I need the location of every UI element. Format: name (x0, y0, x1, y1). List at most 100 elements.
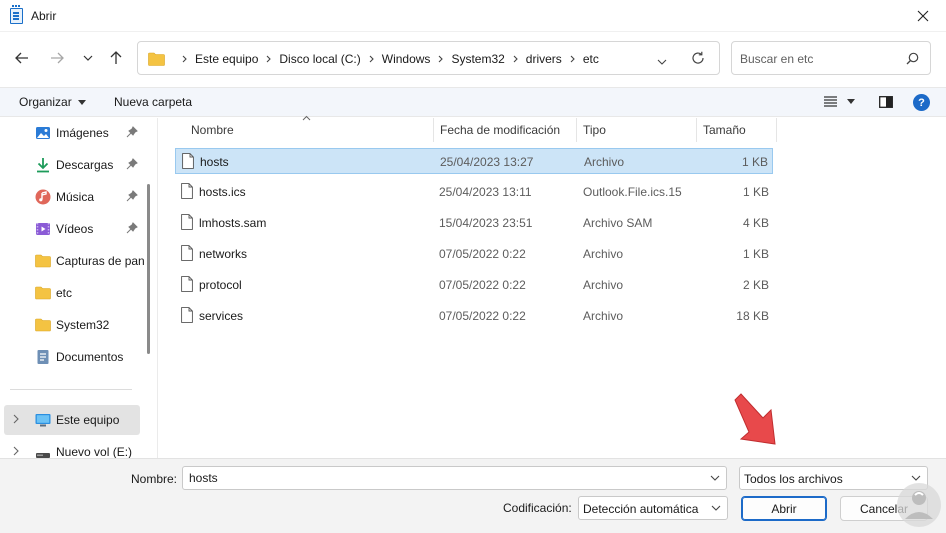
file-icon (182, 153, 194, 169)
title-bar: Abrir (0, 0, 946, 32)
preview-pane-icon (879, 96, 893, 108)
chevron-down-icon (83, 55, 93, 61)
sidebar-item-musica[interactable]: Música (0, 182, 148, 212)
forward-button[interactable] (46, 47, 68, 69)
chevron-down-icon[interactable] (710, 475, 720, 481)
chevron-down-icon (711, 505, 721, 511)
chevron-right-icon[interactable] (13, 414, 19, 424)
address-history-button[interactable] (657, 54, 667, 68)
column-header-size[interactable]: Tamaño (697, 118, 777, 142)
file-type-filter-value: Todos los archivos (744, 472, 843, 486)
file-icon (181, 245, 193, 261)
breadcrumb-item[interactable]: Windows (382, 52, 431, 66)
sidebar-item-capturas[interactable]: Capturas de pantalla (0, 246, 148, 276)
encoding-label: Codificación: (503, 501, 572, 515)
file-list: Nombre Fecha de modificación Tipo Tamaño… (158, 115, 946, 458)
close-icon (917, 10, 929, 22)
file-row[interactable]: networks 07/05/2022 0:22 Archivo 1 KB (175, 241, 773, 267)
caret-down-icon (77, 99, 86, 105)
help-icon: ? (918, 96, 925, 109)
chevron-right-icon[interactable] (513, 55, 518, 63)
view-options-button[interactable] (824, 96, 855, 107)
back-button[interactable] (11, 47, 33, 69)
sidebar-item-imagenes[interactable]: Imágenes (0, 118, 148, 148)
pin-icon[interactable] (126, 126, 138, 138)
folder-icon (35, 318, 51, 332)
breadcrumb-item[interactable]: drivers (526, 52, 562, 66)
encoding-select[interactable]: Detección automática (578, 496, 728, 520)
file-row[interactable]: services 07/05/2022 0:22 Archivo 18 KB (175, 303, 773, 329)
address-bar[interactable]: Este equipo Disco local (C:) Windows Sys… (137, 41, 720, 75)
refresh-icon (692, 51, 704, 64)
arrow-left-icon (15, 52, 28, 64)
file-row[interactable]: hosts 25/04/2023 13:27 Archivo 1 KB (175, 148, 773, 174)
notepad-icon (10, 5, 23, 24)
chevron-right-icon[interactable] (182, 55, 187, 63)
breadcrumb-item[interactable]: etc (583, 52, 599, 66)
annotation-arrow-icon (734, 393, 776, 445)
arrow-up-icon (110, 51, 122, 64)
watermark-logo-icon (897, 483, 941, 527)
caret-down-icon (847, 99, 855, 104)
chevron-right-icon[interactable] (369, 55, 374, 63)
breadcrumb-item[interactable]: Disco local (C:) (279, 52, 360, 66)
close-button[interactable] (900, 0, 946, 32)
search-box[interactable] (731, 41, 931, 75)
column-header-date[interactable]: Fecha de modificación (434, 118, 577, 142)
breadcrumb-item[interactable]: Este equipo (195, 52, 258, 66)
filename-input[interactable] (189, 470, 689, 486)
sidebar-item-videos[interactable]: Vídeos (0, 214, 148, 244)
sidebar-item-system32[interactable]: System32 (0, 310, 148, 340)
pin-icon[interactable] (126, 222, 138, 234)
open-button[interactable]: Abrir (741, 496, 827, 521)
file-icon (181, 183, 193, 199)
sidebar-scrollbar[interactable] (147, 184, 150, 354)
breadcrumb-item[interactable]: System32 (451, 52, 504, 66)
pin-icon[interactable] (126, 190, 138, 202)
search-input[interactable] (740, 50, 900, 68)
file-row[interactable]: hosts.ics 25/04/2023 13:11 Outlook.File.… (175, 179, 773, 205)
recent-locations-button[interactable] (77, 47, 99, 69)
file-icon (181, 307, 193, 323)
downloads-icon (37, 158, 49, 173)
preview-pane-button[interactable] (879, 96, 893, 111)
computer-icon (35, 414, 51, 427)
organize-menu[interactable]: Organizar (19, 95, 86, 109)
file-row[interactable]: protocol 07/05/2022 0:22 Archivo 2 KB (175, 272, 773, 298)
column-header-name[interactable]: Nombre (185, 118, 434, 142)
sidebar-item-nuevo-vol[interactable]: Nuevo vol (E:) (0, 437, 148, 458)
folder-icon (35, 254, 51, 268)
file-icon (181, 276, 193, 292)
pictures-icon (36, 127, 50, 139)
navigation-pane: Imágenes Descargas Música Vídeos Captura… (0, 118, 158, 458)
sidebar-item-este-equipo[interactable]: Este equipo (4, 405, 140, 435)
chevron-right-icon[interactable] (13, 446, 19, 456)
arrow-right-icon (51, 52, 64, 64)
sidebar-item-documentos[interactable]: Documentos (0, 342, 148, 372)
sidebar-item-etc[interactable]: etc (0, 278, 148, 308)
help-button[interactable]: ? (913, 94, 930, 111)
organize-label: Organizar (19, 95, 72, 109)
command-bar: Organizar Nueva carpeta ? (0, 87, 946, 117)
documents-icon (37, 350, 49, 364)
chevron-down-icon (657, 59, 667, 65)
chevron-right-icon[interactable] (266, 55, 272, 63)
chevron-right-icon[interactable] (438, 55, 444, 63)
window-title: Abrir (31, 9, 57, 23)
dialog-footer: Nombre: Todos los archivos Codificación:… (0, 458, 946, 533)
sidebar-item-descargas[interactable]: Descargas (0, 150, 148, 180)
filename-combobox[interactable] (182, 466, 727, 490)
list-view-icon (824, 96, 837, 107)
sidebar-divider (10, 389, 132, 390)
chevron-right-icon[interactable] (570, 55, 575, 63)
file-icon (181, 214, 193, 230)
pin-icon[interactable] (126, 158, 138, 170)
file-row[interactable]: lmhosts.sam 15/04/2023 23:51 Archivo SAM… (175, 210, 773, 236)
column-header-type[interactable]: Tipo (577, 118, 697, 142)
search-icon (906, 52, 919, 65)
videos-icon (36, 223, 50, 235)
filename-label: Nombre: (131, 472, 178, 486)
up-button[interactable] (105, 47, 127, 69)
refresh-button[interactable] (691, 51, 705, 68)
new-folder-button[interactable]: Nueva carpeta (114, 95, 192, 109)
